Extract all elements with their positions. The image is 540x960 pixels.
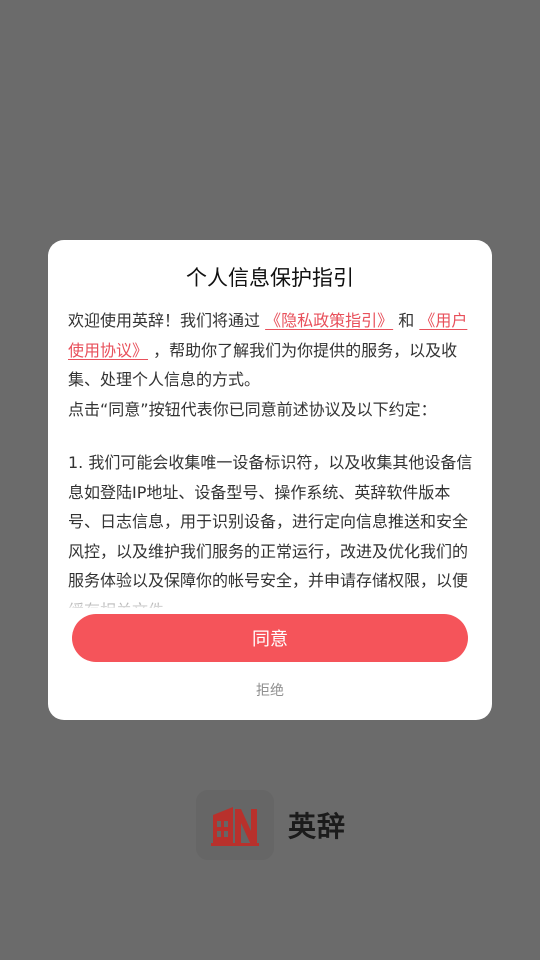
dialog-content[interactable]: 欢迎使用英辞！我们将通过 《隐私政策指引》 和 《用户使用协议》 ，帮助你了解我…: [68, 306, 474, 608]
intro-paragraph: 欢迎使用英辞！我们将通过 《隐私政策指引》 和 《用户使用协议》 ，帮助你了解我…: [68, 306, 474, 395]
agree-button[interactable]: 同意: [72, 614, 468, 662]
app-brand: 英辞: [196, 790, 346, 860]
reject-button[interactable]: 拒绝: [48, 680, 492, 700]
dialog-title: 个人信息保护指引: [186, 266, 354, 290]
privacy-policy-link[interactable]: 《隐私政策指引》: [265, 311, 393, 330]
intro-prefix: 欢迎使用英辞！我们将通过: [68, 311, 261, 330]
agree-notice: 点击“同意”按钮代表你已同意前述协议及以下约定：: [68, 399, 437, 419]
privacy-dialog: 个人信息保护指引 欢迎使用英辞！我们将通过 《隐私政策指引》 和 《用户使用协议…: [48, 240, 492, 720]
app-logo-icon: [196, 790, 274, 860]
app-name: 英辞: [288, 810, 347, 843]
content-fade: [48, 590, 492, 616]
clause-1: 1. 我们可能会收集唯一设备标识符，以及收集其他设备信息如登陆IP地址、设备型号…: [68, 453, 473, 608]
and-text: 和: [398, 311, 415, 330]
